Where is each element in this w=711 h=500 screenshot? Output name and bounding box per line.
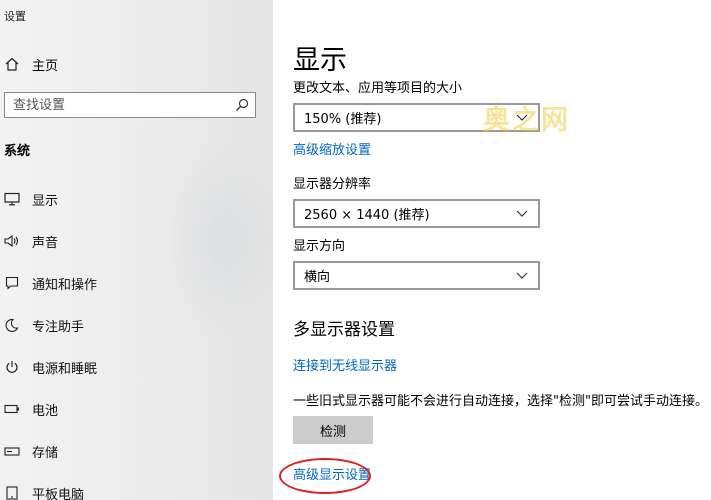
sidebar-item-notifications[interactable]: 通知和操作 <box>0 262 273 304</box>
multi-display-heading: 多显示器设置 <box>293 320 395 340</box>
monitor-icon <box>0 192 24 206</box>
sidebar-item-label: 电池 <box>32 403 59 419</box>
orientation-value: 横向 <box>304 270 331 285</box>
sidebar-item-label: 平板电脑 <box>32 487 85 500</box>
sidebar-item-label: 声音 <box>32 235 59 251</box>
sidebar-home[interactable]: 主页 <box>0 52 58 76</box>
home-icon <box>0 57 24 71</box>
page-title: 显示 <box>293 45 347 76</box>
sidebar-item-label: 电源和睡眠 <box>32 361 98 377</box>
scale-label: 更改文本、应用等项目的大小 <box>293 81 463 96</box>
sidebar-item-label: 专注助手 <box>32 319 85 335</box>
chevron-down-icon <box>516 272 528 279</box>
resolution-label: 显示器分辨率 <box>293 177 372 192</box>
detect-hint-text: 一些旧式显示器可能不会进行自动连接，选择"检测"即可尝试手动连接。 <box>293 394 708 409</box>
resolution-dropdown[interactable]: 2560 × 1440 (推荐) <box>293 199 540 228</box>
sidebar-item-tablet[interactable]: 平板电脑 <box>0 472 273 500</box>
chevron-down-icon <box>516 210 528 217</box>
resolution-value: 2560 × 1440 (推荐) <box>304 208 430 223</box>
sidebar-section-title: 系统 <box>4 144 31 159</box>
sidebar-item-sound[interactable]: 声音 <box>0 220 273 262</box>
scale-value: 150% (推荐) <box>304 112 382 127</box>
orientation-dropdown[interactable]: 横向 <box>293 261 540 290</box>
sidebar-item-storage[interactable]: 存储 <box>0 430 273 472</box>
sidebar-item-label: 显示 <box>32 193 59 209</box>
sidebar: 设置 主页 系统 显示 声音 通知和操作 <box>0 0 273 500</box>
detect-button[interactable]: 检测 <box>293 416 373 444</box>
sidebar-nav: 显示 声音 通知和操作 专注助手 电源和睡眠 电池 存储 平板电脑 <box>0 178 273 500</box>
notification-icon <box>0 276 24 290</box>
moon-icon <box>0 318 24 332</box>
sidebar-item-label: 存储 <box>32 445 59 461</box>
advanced-display-link[interactable]: 高级显示设置 <box>293 467 371 485</box>
watermark: 奥之网 <box>483 105 570 136</box>
speaker-icon <box>0 234 24 248</box>
sidebar-item-label: 通知和操作 <box>32 277 98 293</box>
battery-icon <box>0 404 24 414</box>
search-icon[interactable] <box>235 98 249 112</box>
storage-icon <box>0 445 24 457</box>
sidebar-home-label: 主页 <box>32 58 59 74</box>
search-box[interactable] <box>4 92 256 118</box>
advanced-scaling-link[interactable]: 高级缩放设置 <box>293 142 371 160</box>
search-input[interactable] <box>13 97 213 113</box>
orientation-label: 显示方向 <box>293 239 346 254</box>
tablet-icon <box>0 486 24 500</box>
wireless-display-link[interactable]: 连接到无线显示器 <box>293 358 397 376</box>
sidebar-item-power-sleep[interactable]: 电源和睡眠 <box>0 346 273 388</box>
sidebar-item-display[interactable]: 显示 <box>0 178 273 220</box>
sidebar-item-focus-assist[interactable]: 专注助手 <box>0 304 273 346</box>
power-icon <box>0 360 24 374</box>
window-title: 设置 <box>4 10 26 23</box>
main-content: 显示 更改文本、应用等项目的大小 150% (推荐) 高级缩放设置 显示器分辨率… <box>273 0 711 500</box>
sidebar-item-battery[interactable]: 电池 <box>0 388 273 430</box>
